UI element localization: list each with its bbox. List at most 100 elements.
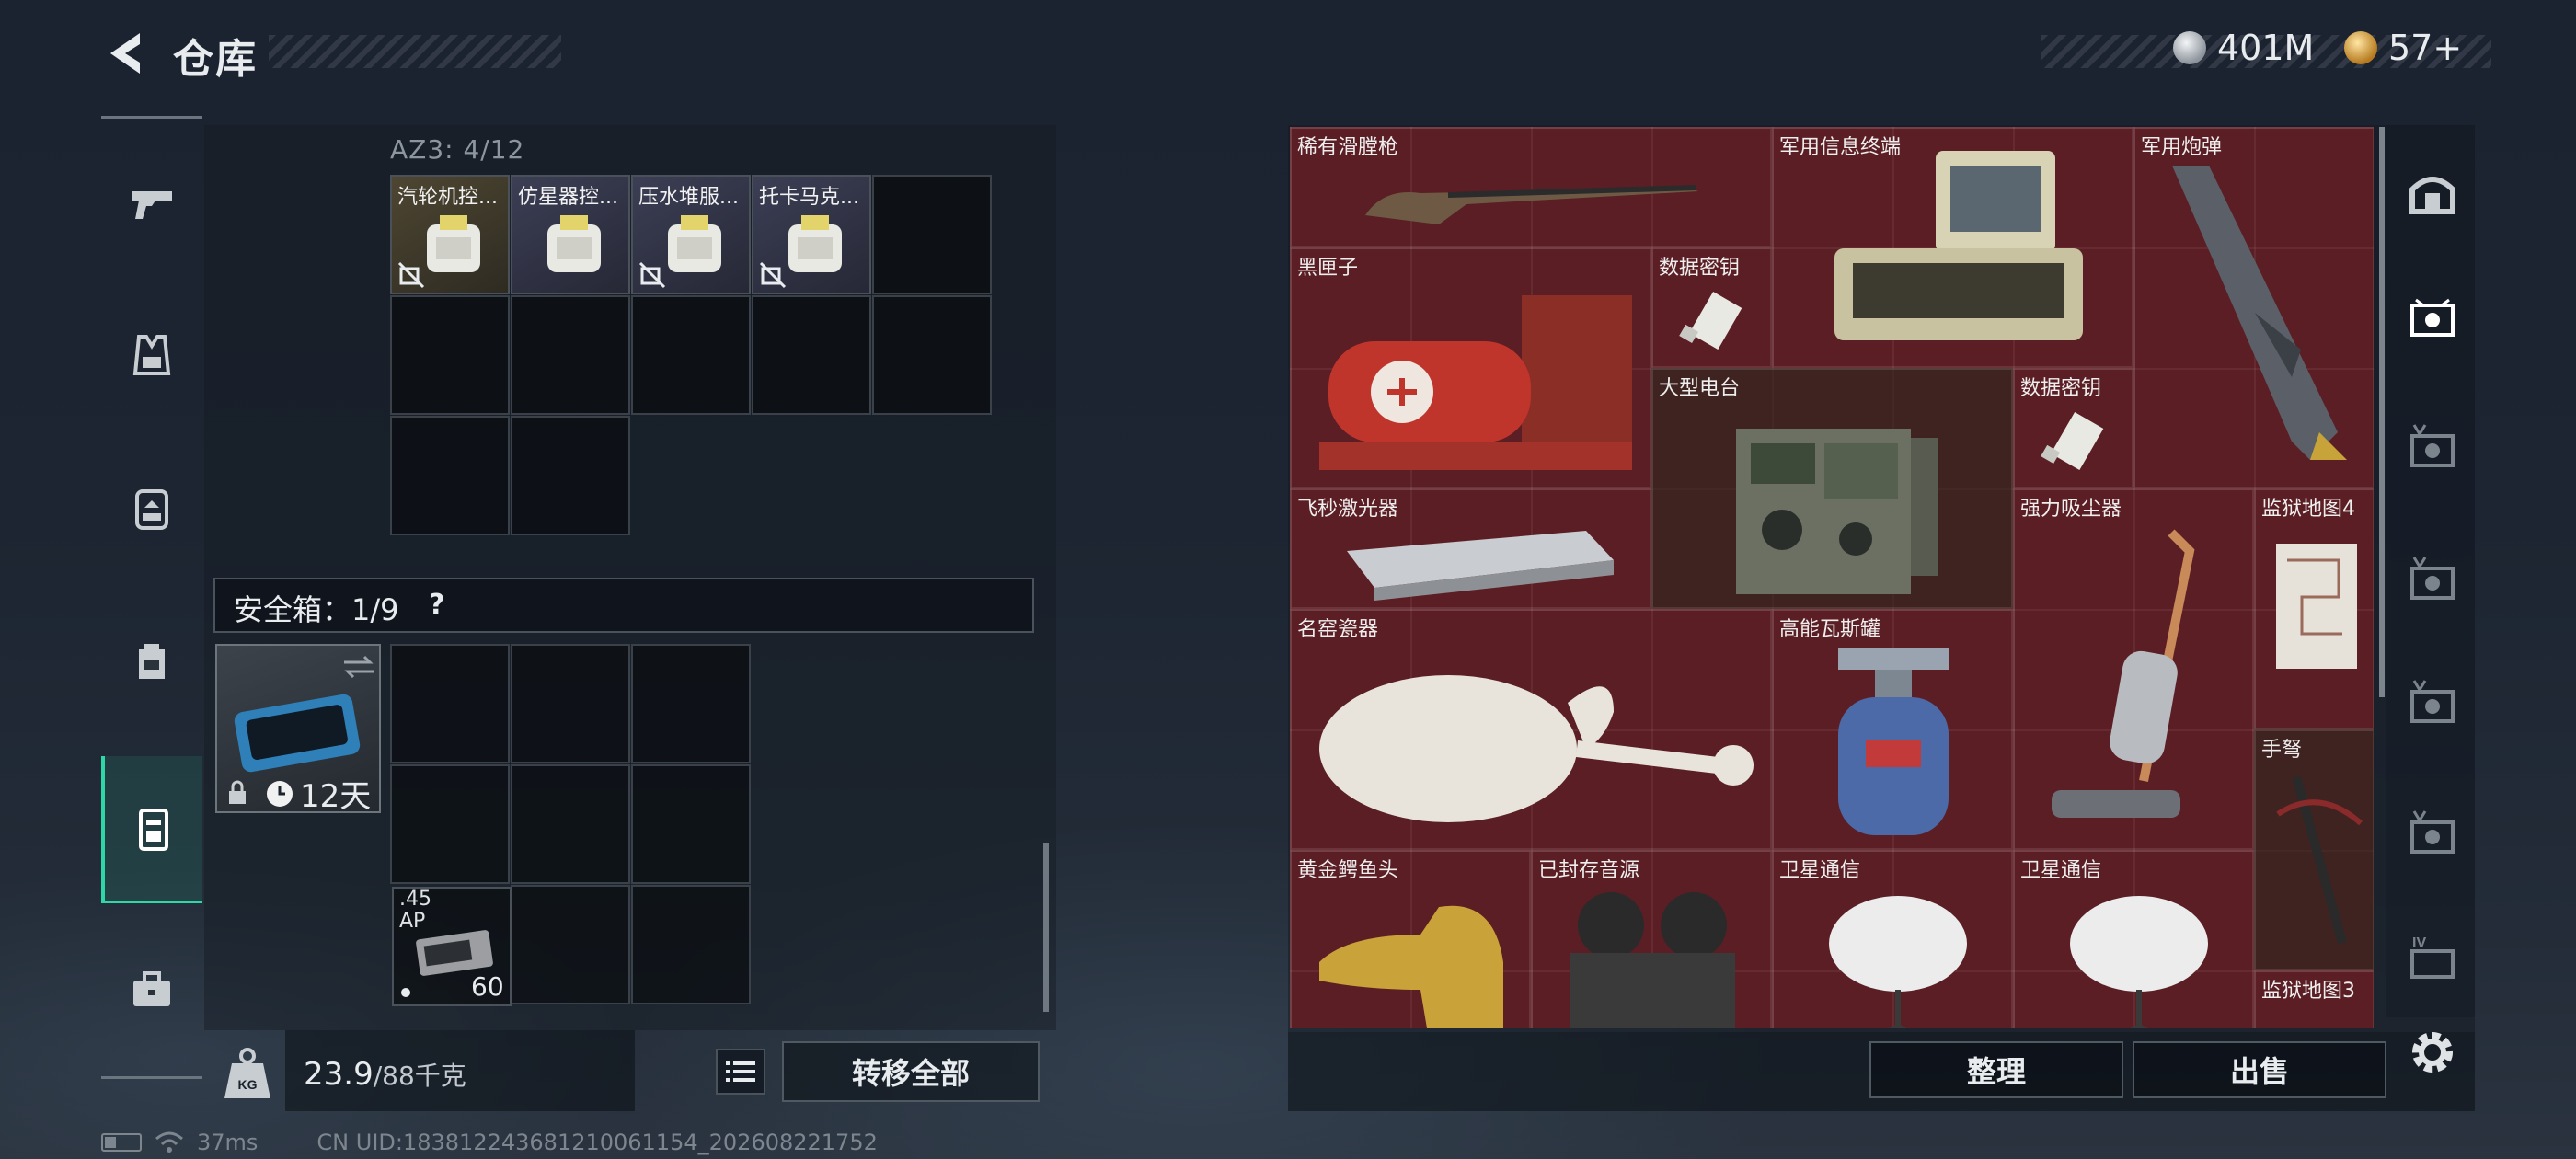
storage-item[interactable]: 卫星通信 [2013,850,2254,1028]
storage-item[interactable]: 高能瓦斯罐 [1772,609,2013,850]
storage-item[interactable]: 数据密钥 [2013,368,2133,488]
grid-slot[interactable] [390,644,510,763]
grid-slot[interactable] [631,885,751,1004]
storage-tab-5-icon [2410,810,2455,854]
storage-item[interactable]: 监狱地图3 [2254,970,2374,1028]
gold-coin-icon [2344,31,2377,64]
sell-button[interactable]: 出售 [2133,1041,2386,1098]
grid-slot[interactable] [872,295,992,415]
data-key-icon [2041,412,2104,471]
golden-crocodile-head-icon [1319,905,1503,1028]
storage-item[interactable]: 稀有滑膛枪 [1290,127,1772,247]
storage-tab-5[interactable] [2398,798,2467,868]
storage-tab-4[interactable] [2398,668,2467,738]
storage-tab-4-icon [2410,680,2455,723]
container-icon [139,808,168,851]
grid-slot[interactable] [390,295,510,415]
grid-slot[interactable] [631,644,751,763]
storage-item[interactable]: 大型电台 [1651,368,2013,609]
grid-slot[interactable] [511,416,630,535]
category-container[interactable] [101,756,202,903]
lock-icon [229,780,246,804]
pistol-icon [132,191,172,219]
radio-station-icon [1736,429,1938,594]
pouch-item[interactable]: 仿星器控... [511,175,630,294]
storage-item[interactable]: 军用炮弹 [2133,127,2374,488]
category-weapon[interactable] [101,129,202,276]
storage-item[interactable]: 强力吸尘器 [2013,488,2254,850]
storage-item-name: 稀有滑膛枪 [1297,136,1399,159]
grid-slot[interactable] [631,295,751,415]
reel-tape-icon [1570,892,1735,1028]
storage-tab-1[interactable] [2398,281,2467,351]
settings-gear-icon[interactable] [2403,1023,2462,1082]
safe-box-duration: 12天 [265,771,371,816]
storage-tab-2-icon [2410,424,2455,467]
rail-divider [101,116,202,119]
no-link-icon [759,261,787,289]
safe-box-label: 安全箱：1/9 [234,592,399,627]
storage-tab-iv[interactable]: IV [2398,924,2467,993]
safe-box-days: 12天 [300,778,372,815]
storage-item[interactable]: 飞秒激光器 [1290,488,1651,609]
storage-item[interactable]: 军用信息终端 [1772,127,2133,368]
inventory-scrollbar[interactable] [1043,843,1049,1012]
safe-box-help-icon[interactable]: ? [429,589,444,621]
prison-map-icon [2276,544,2357,669]
storage-item[interactable]: 数据密钥 [1651,247,1772,368]
category-backpack[interactable] [101,587,202,734]
currency-silver[interactable]: 401M [2173,28,2314,68]
toolbox-icon [133,971,170,1006]
grid-slot[interactable] [511,295,630,415]
swap-icon[interactable] [340,653,377,681]
pouch-item[interactable]: 托卡马克... [752,175,871,294]
storage-item-name: 已封存音源 [1538,859,1640,882]
storage-item[interactable]: 黑匣子 [1290,247,1651,488]
storage-item[interactable]: 已封存音源 [1531,850,1772,1028]
grid-slot[interactable] [752,295,871,415]
back-arrow-icon[interactable] [99,28,151,79]
storage-item-name: 飞秒激光器 [1297,498,1399,521]
currency-gold-value: 57+ [2388,28,2463,68]
pouch-capacity-label: AZ3: 4/12 [390,134,525,165]
storage-item[interactable]: 监狱地图4 [2254,488,2374,729]
category-toolbox[interactable] [101,916,202,1063]
ammo-dot-indicator [401,988,410,997]
transfer-all-button[interactable]: 转移全部 [782,1041,1040,1102]
storage-scrollbar[interactable] [2379,127,2385,697]
list-view-button[interactable] [716,1049,765,1095]
grid-slot[interactable] [872,175,992,294]
vacuum-cleaner-icon [2052,529,2195,818]
no-link-icon [638,261,666,289]
grid-slot[interactable] [390,764,510,884]
storage-item[interactable]: 手弩 [2254,729,2374,970]
grid-slot[interactable] [631,764,751,884]
grid-slot[interactable] [511,885,630,1004]
storage-item[interactable]: 名窑瓷器 [1290,609,1772,850]
safehouse-tab[interactable] [2398,158,2467,228]
pouch-item[interactable]: 汽轮机控... [390,175,510,294]
pouch-item[interactable]: 压水堆服... [631,175,751,294]
battery-icon [101,1133,142,1152]
satellite-dish-icon [2070,896,2208,1028]
category-armor[interactable] [101,281,202,429]
grid-slot[interactable] [390,416,510,535]
storage-item-name: 卫星通信 [1779,859,1861,882]
storage-tab-3[interactable] [2398,545,2467,614]
grid-slot[interactable] [511,644,630,763]
keycard-icon [547,215,601,272]
grid-slot[interactable] [511,764,630,884]
storage-item[interactable]: 黄金鳄鱼头 [1290,850,1531,1028]
carry-weight: 23.9/88千克 [304,1056,466,1093]
ping-value: 37ms [197,1130,259,1155]
carry-weight-max: /88千克 [373,1061,466,1091]
category-helmet-rig[interactable] [101,434,202,581]
rail-divider [101,1076,202,1079]
storage-tab-2[interactable] [2398,412,2467,482]
sort-button[interactable]: 整理 [1869,1041,2123,1098]
currency-gold[interactable]: 57+ [2344,28,2462,68]
storage-item-name: 黄金鳄鱼头 [1297,859,1399,882]
pouch-item-label: 汽轮机控... [397,186,498,209]
pouch-item-label: 托卡马克... [759,186,859,209]
storage-item[interactable]: 卫星通信 [1772,850,2013,1028]
